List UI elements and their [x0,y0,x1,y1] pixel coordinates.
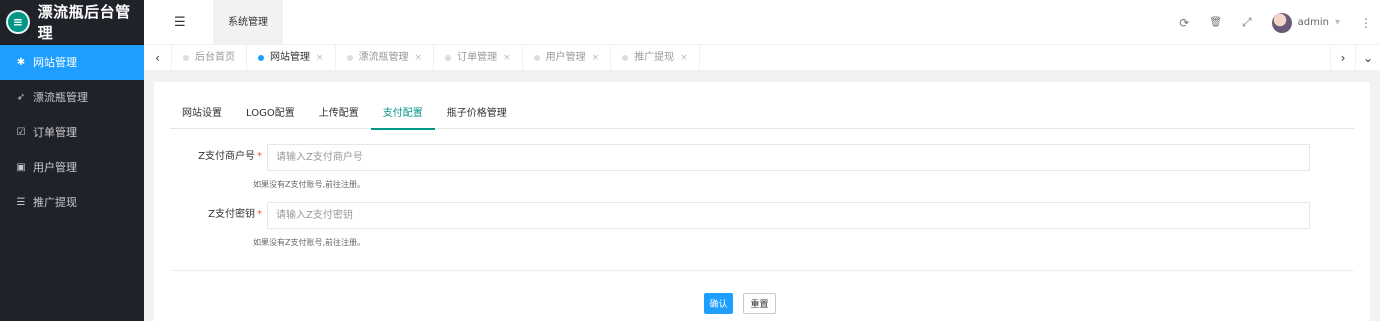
sidebar-item-label: 用户管理 [33,161,77,174]
menu-toggle-icon[interactable]: ☰ [174,15,186,30]
tab-website[interactable]: 网站管理 × [247,45,336,71]
tab-site-settings[interactable]: 网站设置 [170,102,234,128]
form-actions: 确认 重置 [704,293,776,314]
tabs-scroll-right-icon[interactable]: › [1330,45,1355,71]
tab-label: 漂流瓶管理 [358,52,409,63]
tabs-scroll-left-icon[interactable]: ‹ [144,45,172,70]
tab-dot [258,55,264,61]
tabs-controls: › ⌄ [1330,45,1380,71]
gear-icon: ✱ [16,57,26,68]
tab-upload-config[interactable]: 上传配置 [307,102,371,128]
sidebar-item-label: 订单管理 [33,126,77,139]
tab-dot [622,55,629,61]
sidebar-item-label: 推广提现 [33,196,77,209]
tab-close-icon[interactable]: × [680,45,688,71]
sidebar-item-label: 漂流瓶管理 [33,91,88,104]
tab-label: 推广提现 [634,52,675,63]
sidebar-item-promotion[interactable]: ☰ 推广提现 [0,185,144,220]
e-logo-icon: ≡ [6,10,30,34]
secret-key-hint: 如果没有Z支付账号,前往注册。 [253,238,366,247]
user-card-icon: ▣ [16,162,26,173]
merchant-id-hint: 如果没有Z支付账号,前往注册。 [253,180,366,189]
config-tabs: 网站设置 LOGO配置 上传配置 支付配置 瓶子价格管理 [170,102,1354,130]
tab-bottle-price[interactable]: 瓶子价格管理 [435,102,519,128]
sidebar-item-label: 网站管理 [33,56,77,69]
tabs-dropdown-icon[interactable]: ⌄ [1355,45,1380,71]
trash-icon[interactable]: 🗑 [1209,17,1222,28]
required-mark: * [257,151,262,162]
header-toolbar: ⟳ 🗑 ⤢ admin ▾ ⋮ [1179,0,1372,45]
secret-key-input[interactable] [267,202,1310,229]
sidebar-item-users[interactable]: ▣ 用户管理 [0,150,144,185]
logo: ≡ 漂流瓶后台管理 [0,0,144,45]
tab-close-icon[interactable]: × [503,45,511,71]
tab-close-icon[interactable]: × [316,45,324,71]
refresh-icon[interactable]: ⟳ [1179,16,1189,30]
tab-close-icon[interactable]: × [592,45,600,71]
tab-dot [533,55,540,61]
divider [170,270,1354,271]
merchant-id-input[interactable] [267,144,1310,171]
username: admin [1297,17,1329,28]
tab-dot [445,55,452,61]
fullscreen-icon[interactable]: ⤢ [1242,15,1252,30]
reset-button[interactable]: 重置 [743,293,776,314]
tab-label: 订单管理 [457,52,498,63]
top-header: ☰ 系统管理 ⟳ 🗑 ⤢ admin ▾ ⋮ [144,0,1380,45]
list-icon: ☰ [16,197,26,208]
tab-label: 用户管理 [545,52,586,63]
secret-key-label: Z支付密钥 * [208,209,262,220]
required-mark: * [257,209,262,220]
tab-orders[interactable]: 订单管理 × [434,45,523,71]
sidebar: ≡ 漂流瓶后台管理 ✱ 网站管理 ➶ 漂流瓶管理 ☑ 订单管理 ▣ 用户管理 ☰… [0,0,144,321]
tab-dot [183,55,189,61]
sidebar-item-orders[interactable]: ☑ 订单管理 [0,115,144,150]
sidebar-menu: ✱ 网站管理 ➶ 漂流瓶管理 ☑ 订单管理 ▣ 用户管理 ☰ 推广提现 [0,45,144,220]
tab-label: 网站管理 [270,52,310,63]
app-title: 漂流瓶后台管理 [37,3,131,42]
tab-home[interactable]: 后台首页 [172,45,247,71]
calendar-icon: ☑ [16,127,26,138]
tab-users[interactable]: 用户管理 × [523,45,612,71]
caret-down-icon: ▾ [1334,17,1340,28]
merchant-id-label: Z支付商户号 * [198,151,262,162]
rocket-icon: ➶ [16,92,26,103]
header-tab-system[interactable]: 系统管理 [213,0,283,45]
tab-dot [346,55,353,61]
avatar [1271,12,1292,33]
config-card: 网站设置 LOGO配置 上传配置 支付配置 瓶子价格管理 Z支付商户号* 如果没… [154,82,1370,321]
sidebar-item-bottles[interactable]: ➶ 漂流瓶管理 [0,80,144,115]
tab-promotion[interactable]: 推广提现 × [611,45,700,71]
tab-payment-config[interactable]: 支付配置 [370,102,435,130]
tab-logo-config[interactable]: LOGO配置 [234,102,307,128]
page-tabs: ‹ 后台首页 网站管理 × 漂流瓶管理 × 订单管理 × 用户管理 × 推广提现… [144,45,1380,71]
more-icon[interactable]: ⋮ [1360,16,1372,30]
sidebar-item-website[interactable]: ✱ 网站管理 [0,45,144,80]
tab-close-icon[interactable]: × [415,45,423,71]
user-menu[interactable]: admin ▾ [1271,12,1340,33]
confirm-button[interactable]: 确认 [704,293,733,314]
tab-label: 后台首页 [195,52,235,63]
tab-bottles[interactable]: 漂流瓶管理 × [336,45,435,71]
